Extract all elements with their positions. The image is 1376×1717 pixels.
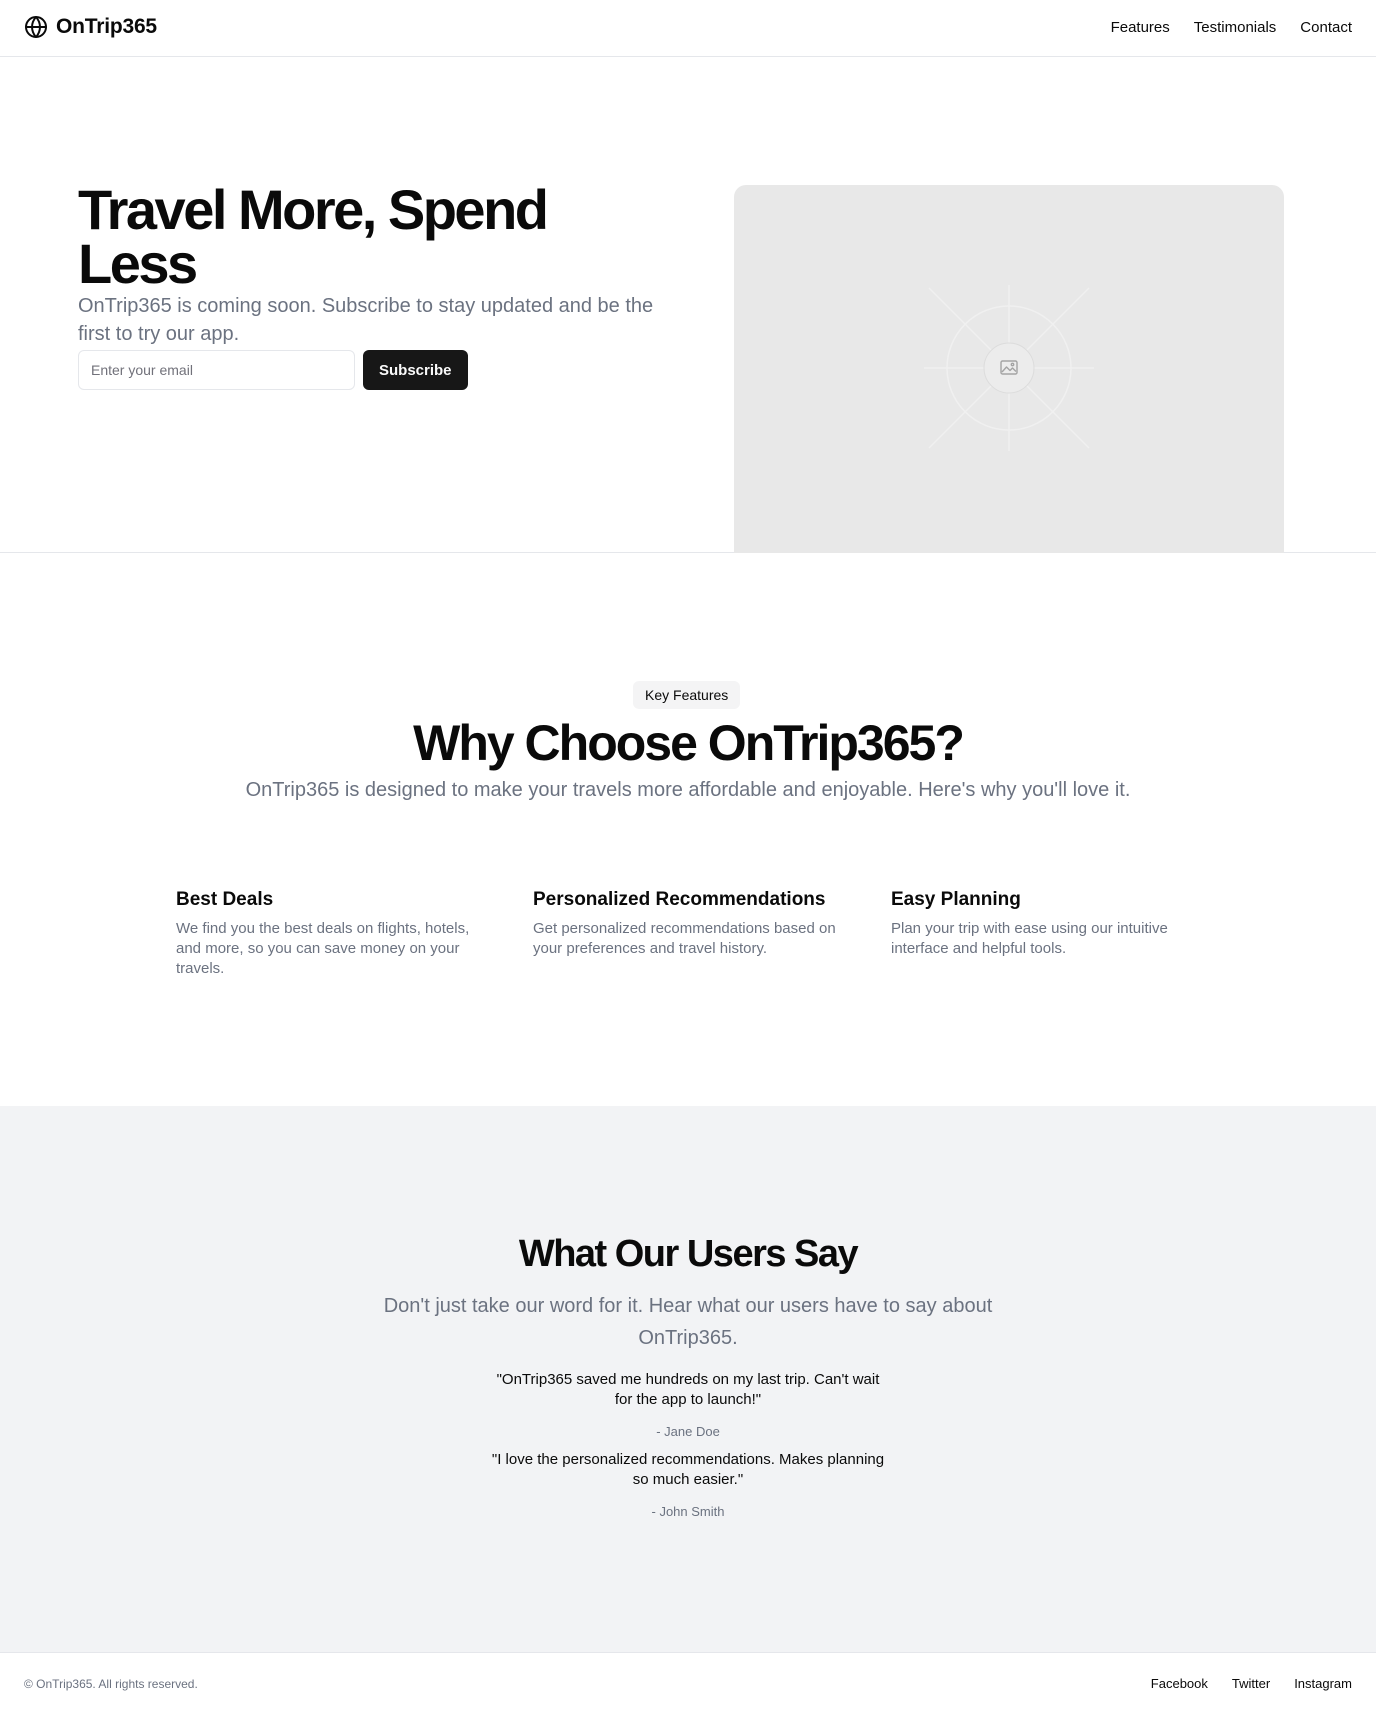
main-nav: Features Testimonials Contact bbox=[1111, 19, 1352, 36]
testimonial: "OnTrip365 saved me hundreds on my last … bbox=[488, 1370, 888, 1442]
testimonials-title: What Our Users Say bbox=[518, 1233, 859, 1275]
testimonials-section: What Our Users Say Don't just take our w… bbox=[0, 1106, 1376, 1652]
hero-subtitle: OnTrip365 is coming soon. Subscribe to s… bbox=[78, 295, 654, 345]
brand-name: OnTrip365 bbox=[56, 15, 157, 38]
key-features-badge: Key Features bbox=[633, 681, 741, 709]
hero-section: Travel More, Spend Less OnTrip365 is com… bbox=[0, 57, 1376, 553]
footer-links: Facebook Twitter Instagram bbox=[1151, 1676, 1352, 1691]
feature-text: Plan your trip with ease using our intui… bbox=[891, 920, 1168, 957]
feature-card: Personalized Recommendations Get persona… bbox=[533, 887, 853, 959]
feature-card: Easy Planning Plan your trip with ease u… bbox=[891, 887, 1211, 959]
nav-contact-link[interactable]: Contact bbox=[1300, 19, 1352, 36]
testimonial-quote: "OnTrip365 saved me hundreds on my last … bbox=[496, 1371, 880, 1408]
feature-text: We find you the best deals on flights, h… bbox=[176, 920, 470, 977]
testimonial-author: - John Smith bbox=[651, 1504, 725, 1519]
feature-text: Get personalized recommendations based o… bbox=[533, 920, 836, 957]
features-subtitle: OnTrip365 is designed to make your trave… bbox=[245, 779, 1131, 801]
hero-title: Travel More, Spend Less bbox=[78, 178, 549, 295]
site-header: OnTrip365 Features Testimonials Contact bbox=[0, 0, 1376, 57]
feature-card: Best Deals We find you the best deals on… bbox=[176, 887, 496, 979]
feature-title: Personalized Recommendations bbox=[533, 889, 826, 910]
feature-title: Easy Planning bbox=[891, 889, 1021, 910]
site-footer: © OnTrip365. All rights reserved. Facebo… bbox=[0, 1652, 1376, 1717]
nav-features-link[interactable]: Features bbox=[1111, 19, 1170, 36]
image-placeholder-graphic bbox=[924, 285, 1094, 451]
subscribe-button[interactable]: Subscribe bbox=[363, 350, 468, 390]
twitter-link[interactable]: Twitter bbox=[1232, 1676, 1270, 1691]
facebook-link[interactable]: Facebook bbox=[1151, 1676, 1208, 1691]
testimonial-author: - Jane Doe bbox=[656, 1424, 720, 1439]
brand-link[interactable]: OnTrip365 bbox=[24, 15, 157, 39]
hero-image-placeholder bbox=[734, 185, 1284, 553]
testimonial: "I love the personalized recommendations… bbox=[488, 1450, 888, 1522]
instagram-link[interactable]: Instagram bbox=[1294, 1676, 1352, 1691]
features-section: Key Features Why Choose OnTrip365? OnTri… bbox=[0, 553, 1376, 1106]
email-input[interactable] bbox=[78, 350, 355, 390]
copyright-text: © OnTrip365. All rights reserved. bbox=[24, 1677, 198, 1691]
feature-title: Best Deals bbox=[176, 889, 274, 910]
features-title: Why Choose OnTrip365? bbox=[413, 715, 965, 771]
nav-testimonials-link[interactable]: Testimonials bbox=[1194, 19, 1277, 36]
testimonials-subtitle: Don't just take our word for it. Hear wh… bbox=[383, 1295, 993, 1349]
subscribe-form: Subscribe bbox=[78, 350, 468, 390]
globe-icon bbox=[25, 16, 47, 38]
testimonial-quote: "I love the personalized recommendations… bbox=[491, 1451, 885, 1488]
